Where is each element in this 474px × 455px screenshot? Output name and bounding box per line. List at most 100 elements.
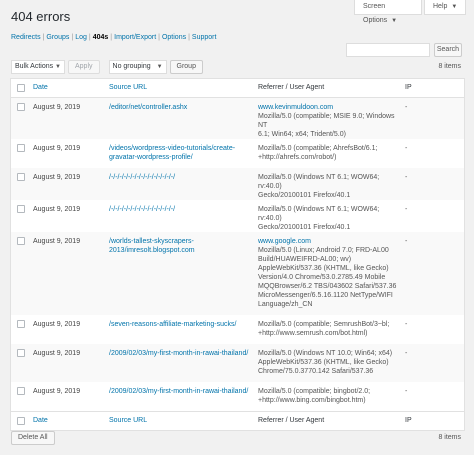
nav-link-log[interactable]: Log [75, 34, 87, 41]
group-button[interactable]: Group [169, 60, 203, 74]
source-url-link[interactable]: /2009/02/03/my-first-month-in-rawai-thai… [109, 350, 248, 357]
bulk-actions-select[interactable]: Bulk Actions ▼ [11, 60, 65, 74]
column-date[interactable]: Date [29, 79, 105, 98]
user-agent-line: AppleWebKit/537.36 (KHTML, like Gecko) [258, 359, 389, 366]
nav-link-redirects[interactable]: Redirects [11, 34, 41, 41]
page-title: 404 errors [11, 9, 71, 24]
nav-link-options[interactable]: Options [162, 34, 186, 41]
user-agent-line: Mozilla/5.0 (compatible; bingbot/2.0; [258, 388, 371, 395]
row-checkbox[interactable] [17, 387, 25, 395]
user-agent-line: Mozilla/5.0 (compatible; MSIE 9.0; Windo… [258, 113, 395, 129]
date-cell: August 9, 2019 [29, 344, 105, 382]
row-checkbox-cell [11, 200, 30, 232]
source-url-link[interactable]: /editor/net/controller.ashx [109, 104, 187, 111]
row-checkbox[interactable] [17, 349, 25, 357]
user-agent-line: Mozilla/5.0 (compatible; AhrefsBot/6.1; [258, 145, 378, 152]
column-source-url-footer[interactable]: Source URL [105, 411, 254, 430]
tablenav-top: Bulk Actions ▼ Apply No grouping ▼ Group [11, 60, 203, 74]
date-cell: August 9, 2019 [29, 98, 105, 140]
referrer-cell: Mozilla/5.0 (Windows NT 6.1; WOW64; rv:4… [254, 200, 401, 232]
table-row: August 9, 2019/2009/02/03/my-first-month… [11, 382, 465, 411]
row-ip: - [405, 350, 408, 357]
column-referrer-footer: Referrer / User Agent [254, 411, 401, 430]
source-url-line: 2013/imresolt.blogspot.com [109, 247, 195, 254]
apply-button[interactable]: Apply [68, 60, 100, 74]
source-url-cell: /worlds-tallest-skyscrapers- 2013/imresol… [105, 232, 254, 315]
source-url-link[interactable]: /-/-/-/-/-/-/-/-/-/-/-/-/-/-/-/ [109, 206, 175, 213]
ip-footer: IP [405, 416, 412, 424]
referrer-link[interactable]: www.kevinmuldoon.com [258, 104, 333, 111]
source-url-line: /seven-reasons-affiliate-marketing-sucks… [109, 321, 237, 328]
user-agent-line: Mozilla/5.0 (Linux; Android 7.0; FRD-AL0… [258, 247, 389, 254]
referrer-link[interactable]: www.google.com [258, 238, 311, 245]
referrer-cell: Mozilla/5.0 (compatible; AhrefsBot/6.1; +… [254, 139, 401, 168]
table-row: August 9, 2019/videos/wordpress-video-tu… [11, 139, 465, 168]
select-all-checkbox[interactable] [17, 84, 25, 92]
row-checkbox[interactable] [17, 103, 25, 111]
referrer-footer: Referrer / User Agent [258, 416, 325, 424]
user-agent-line: 6.1; Win64; x64; Trident/5.0) [258, 131, 346, 138]
date-cell: August 9, 2019 [29, 168, 105, 200]
nav-separator: | [110, 34, 113, 41]
date-header-link[interactable]: Date [33, 84, 48, 91]
referrer-cell: www.google.com Mozilla/5.0 (Linux; Androi… [254, 232, 401, 315]
source-url-cell: /videos/wordpress-video-tutorials/create… [105, 139, 254, 168]
item-count-bottom: 8 items [438, 434, 461, 441]
date-cell: August 9, 2019 [29, 382, 105, 411]
source-url-link[interactable]: /-/-/-/-/-/-/-/-/-/-/-/-/-/-/-/ [109, 174, 175, 181]
chevron-down-icon: ▼ [55, 64, 61, 70]
search-button[interactable]: Search [433, 43, 462, 57]
user-agent-line: Mozilla/5.0 (Windows NT 6.1; WOW64; rv:4… [258, 206, 380, 222]
user-agent-line: Mozilla/5.0 (compatible; SemrushBot/3~bl… [258, 321, 390, 328]
row-date: August 9, 2019 [33, 206, 81, 213]
table-header-row: Date Source URL Referrer / User Agent IP [10, 79, 465, 98]
row-date: August 9, 2019 [33, 388, 81, 395]
date-cell: August 9, 2019 [29, 315, 105, 344]
nav-link-import-export[interactable]: Import/Export [114, 34, 156, 41]
column-ip: IP [401, 79, 465, 98]
help-label: Help [433, 3, 448, 10]
row-ip: - [405, 238, 408, 245]
help-button[interactable]: Help ▼ [424, 0, 466, 15]
screen-options-button[interactable]: Screen Options ▼ [354, 0, 422, 24]
search-input[interactable] [346, 43, 430, 57]
row-checkbox[interactable] [17, 173, 25, 181]
grouping-value: No grouping [112, 63, 151, 70]
nav-link-support[interactable]: Support [192, 34, 217, 41]
source-url-link[interactable]: /videos/wordpress-video-tutorials/create… [109, 145, 235, 161]
column-source-url[interactable]: Source URL [105, 79, 254, 98]
nav-link-groups[interactable]: Groups [46, 34, 69, 41]
source-url-header-link[interactable]: Source URL [109, 84, 147, 91]
table-row: August 9, 2019/worlds-tallest-skyscraper… [10, 232, 465, 315]
user-agent-line: Language/zh_CN [258, 301, 313, 308]
user-agent-line: AppleWebKit/537.36 (KHTML, like Gecko) [258, 265, 389, 272]
row-ip: - [405, 206, 408, 213]
nav-separator: | [88, 34, 91, 41]
referrer-cell: Mozilla/5.0 (Windows NT 10.0; Win64; x64… [254, 344, 401, 382]
date-cell: August 9, 2019 [29, 232, 105, 315]
ip-cell: - [401, 232, 465, 315]
user-agent-line: MicroMessenger/6.5.16.1120 NetType/WIFI [258, 292, 393, 299]
source-url-line: /2009/02/03/my-first-month-in-rawai-thai… [109, 388, 249, 395]
source-url-link[interactable]: /worlds-tallest-skyscrapers- 2013/imresol… [109, 238, 195, 254]
grouping-select[interactable]: No grouping ▼ [108, 60, 167, 74]
user-agent-line: Version/4.0 Chrome/53.0.2785.49 Mobile [258, 274, 386, 281]
user-agent-line: +http://www.semrush.com/bot.html) [258, 330, 368, 337]
caret-down-icon: ▼ [451, 4, 458, 10]
bulk-actions-value: Bulk Actions [15, 63, 54, 70]
source-url-link[interactable]: /seven-reasons-affiliate-marketing-sucks… [109, 321, 236, 328]
row-checkbox[interactable] [17, 320, 25, 328]
column-date-footer[interactable]: Date [29, 411, 105, 430]
row-ip: - [405, 388, 408, 395]
nav-link-404s[interactable]: 404s [93, 34, 109, 41]
select-all-checkbox-footer[interactable] [17, 416, 25, 425]
date-footer-link[interactable]: Date [33, 417, 48, 424]
source-url-footer-link[interactable]: Source URL [109, 417, 147, 424]
nav-separator: | [188, 34, 190, 41]
delete-all-button[interactable]: Delete All [11, 431, 55, 445]
source-url-line: /-/-/-/-/-/-/-/-/-/-/-/-/-/-/-/ [109, 206, 176, 213]
row-checkbox[interactable] [17, 237, 25, 245]
source-url-link[interactable]: /2009/02/03/my-first-month-in-rawai-thai… [109, 388, 248, 395]
row-checkbox[interactable] [17, 144, 25, 152]
row-checkbox[interactable] [17, 205, 25, 213]
